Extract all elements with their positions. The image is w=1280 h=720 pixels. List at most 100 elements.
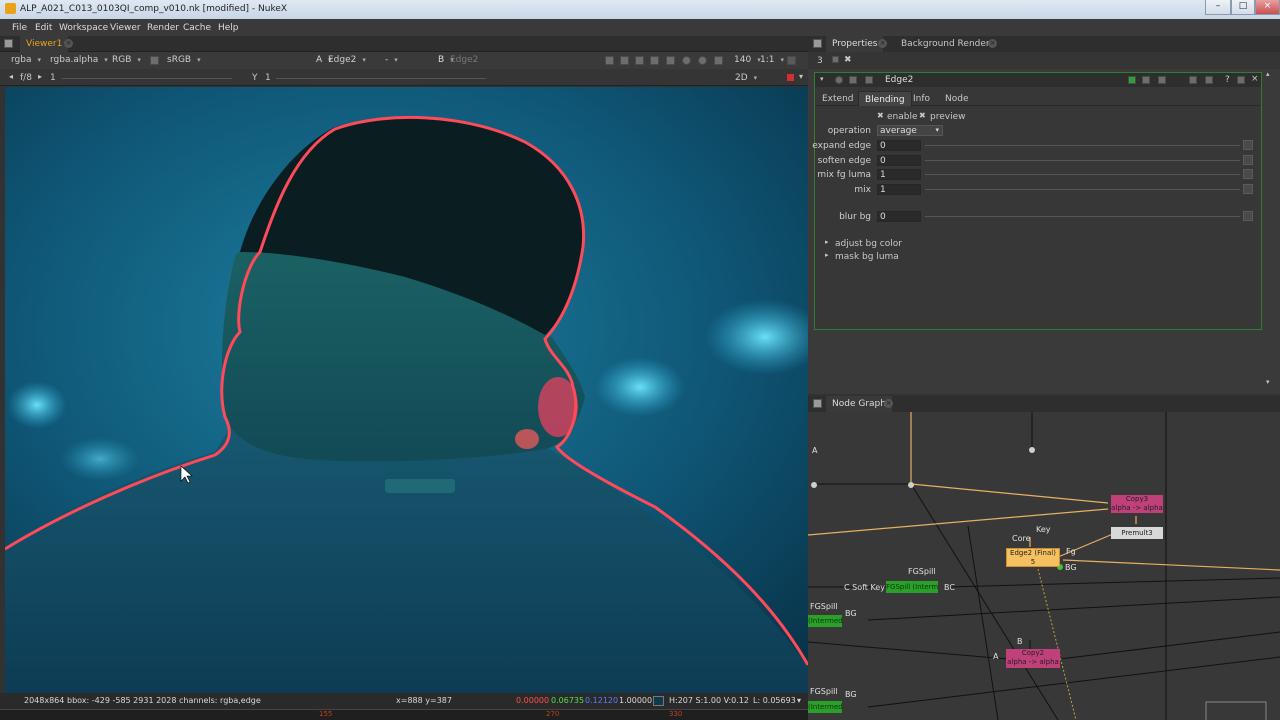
animation-icon[interactable] (1243, 155, 1253, 165)
menu-viewer[interactable]: Viewer (110, 23, 141, 33)
revert-icon[interactable] (1189, 76, 1197, 84)
operation-select[interactable]: average ▾ (877, 125, 943, 136)
clear-panels-icon[interactable]: ✖ (844, 55, 852, 65)
chevron-down-icon[interactable]: ▾ (799, 72, 803, 81)
param-value-field[interactable]: 1 (877, 184, 921, 195)
close-icon[interactable]: × (1255, 0, 1280, 15)
param-slider[interactable] (925, 160, 1240, 161)
view-mode-select[interactable]: 2D (735, 73, 757, 84)
float-icon[interactable] (1237, 76, 1245, 84)
blur-value-field[interactable]: 0 (877, 211, 921, 222)
node-menu-icon[interactable] (849, 76, 857, 84)
viewer-canvas[interactable] (5, 87, 808, 693)
fstop-prev-icon[interactable]: ◂ (9, 72, 13, 81)
alpha-channel-select[interactable]: rgba.alpha (50, 55, 108, 66)
wipe-mode-select[interactable]: - (385, 55, 398, 66)
max-panels-value[interactable]: 3 (817, 56, 823, 66)
tab-extend[interactable]: Extend (822, 94, 854, 104)
status-chevron-icon[interactable]: ▾ (797, 696, 801, 705)
redo-icon[interactable] (1158, 76, 1166, 84)
maximize-icon[interactable]: □ (1231, 0, 1255, 15)
tab-properties[interactable]: Properties (826, 36, 884, 52)
node-name[interactable]: Edge2 (885, 75, 913, 85)
gain-value[interactable]: 1 (50, 73, 56, 83)
node-copy2[interactable]: Copy2 alpha -> alpha (1006, 649, 1060, 668)
dock-handle-icon[interactable] (813, 399, 822, 408)
param-slider[interactable] (925, 174, 1240, 175)
tab-node[interactable]: Node (945, 94, 969, 104)
node-copy3[interactable]: Copy3 alpha -> alpha (1111, 495, 1163, 513)
menu-cache[interactable]: Cache (183, 23, 211, 33)
animation-icon[interactable] (1243, 169, 1253, 179)
param-value-field[interactable]: 1 (877, 169, 921, 180)
format-overlay-icon[interactable] (635, 56, 644, 65)
display-channel-select[interactable]: RGB (112, 55, 141, 66)
properties-scrollbar[interactable]: ▴ ▾ (1266, 70, 1274, 390)
tab-info[interactable]: Info (913, 94, 930, 104)
node-premult3[interactable]: Premult3 (1111, 527, 1163, 539)
menu-edit[interactable]: Edit (35, 23, 52, 33)
node-intermediate-2[interactable]: (Intermediate) (808, 615, 842, 627)
group-mask-bg-luma[interactable]: mask bg luma (835, 252, 899, 262)
close-panel-icon[interactable]: × (1251, 74, 1259, 84)
node-intermediate-3[interactable]: (Intermediate) (808, 701, 842, 713)
param-value-field[interactable]: 0 (877, 155, 921, 166)
menu-render[interactable]: Render (147, 23, 179, 33)
pause-icon[interactable] (714, 56, 723, 65)
gamma-value[interactable]: 1 (265, 73, 271, 83)
minimize-icon[interactable]: – (1205, 0, 1231, 15)
tab-viewer1[interactable]: Viewer1 (20, 36, 69, 52)
channels-select[interactable]: rgba (11, 55, 41, 66)
gain-slider[interactable] (62, 78, 232, 79)
eyedropper-icon[interactable] (865, 76, 873, 84)
help-icon[interactable]: ? (1225, 75, 1230, 85)
settings-icon[interactable] (1205, 76, 1213, 84)
undo-icon[interactable] (1142, 76, 1150, 84)
fstop-next-icon[interactable]: ▸ (38, 72, 42, 81)
animation-icon[interactable] (1243, 184, 1253, 194)
roi-icon[interactable] (605, 56, 614, 65)
node-fgspill-intermediate[interactable]: FGSpill (Intermediate) (886, 581, 938, 593)
menu-help[interactable]: Help (218, 23, 239, 33)
paint-icon[interactable] (787, 74, 794, 81)
menu-file[interactable]: File (12, 23, 27, 33)
scroll-up-icon[interactable]: ▴ (1266, 70, 1270, 78)
node-color-icon[interactable] (1128, 76, 1136, 84)
tab-close-icon[interactable]: × (64, 39, 73, 48)
preview-checkbox[interactable]: ✖ (919, 111, 926, 120)
safe-area-icon[interactable] (620, 56, 629, 65)
fstop-value[interactable]: f/8 (20, 73, 32, 83)
param-slider[interactable] (925, 145, 1240, 146)
viewer-lut-select[interactable]: sRGB (167, 55, 201, 66)
menu-workspace[interactable]: Workspace (59, 23, 108, 33)
group-expand-icon[interactable]: ▸ (825, 238, 829, 246)
tab-close-icon[interactable]: × (884, 399, 893, 408)
tab-close-icon[interactable]: × (988, 39, 997, 48)
zoom-select[interactable]: 140 (734, 55, 761, 66)
enable-checkbox[interactable]: ✖ (877, 111, 884, 120)
float-panel-icon[interactable] (835, 76, 843, 84)
input-b-select[interactable]: Edge2 (450, 55, 478, 65)
group-expand-icon[interactable]: ▸ (825, 251, 829, 259)
tab-background-renders[interactable]: Background Renders (895, 36, 1000, 52)
param-value-field[interactable]: 0 (877, 140, 921, 151)
refresh-icon[interactable] (682, 56, 691, 65)
param-slider[interactable] (925, 189, 1240, 190)
animation-icon[interactable] (1243, 211, 1253, 221)
input-a-select[interactable]: Edge2 (328, 55, 366, 66)
gamma-slider[interactable] (276, 78, 486, 79)
menu-lines-icon[interactable] (666, 56, 675, 65)
node-graph-canvas[interactable]: A Copy3 alpha -> alpha Premult3 Key Core… (808, 412, 1280, 720)
scroll-down-icon[interactable]: ▾ (1266, 378, 1270, 386)
proxy-ratio-select[interactable]: 1:1 (760, 55, 784, 66)
mask-overlay-icon[interactable] (650, 56, 659, 65)
tab-close-icon[interactable]: × (878, 39, 887, 48)
dock-handle-icon[interactable] (4, 39, 13, 48)
lock-icon[interactable] (832, 56, 839, 63)
tab-blending[interactable]: Blending (858, 91, 912, 106)
clip-warning-icon[interactable] (150, 56, 159, 65)
timeline-bar[interactable]: 155 270 330 (0, 709, 808, 720)
blur-slider[interactable] (925, 216, 1240, 217)
lock-icon[interactable] (787, 56, 796, 65)
group-adjust-bg-color[interactable]: adjust bg color (835, 239, 902, 249)
